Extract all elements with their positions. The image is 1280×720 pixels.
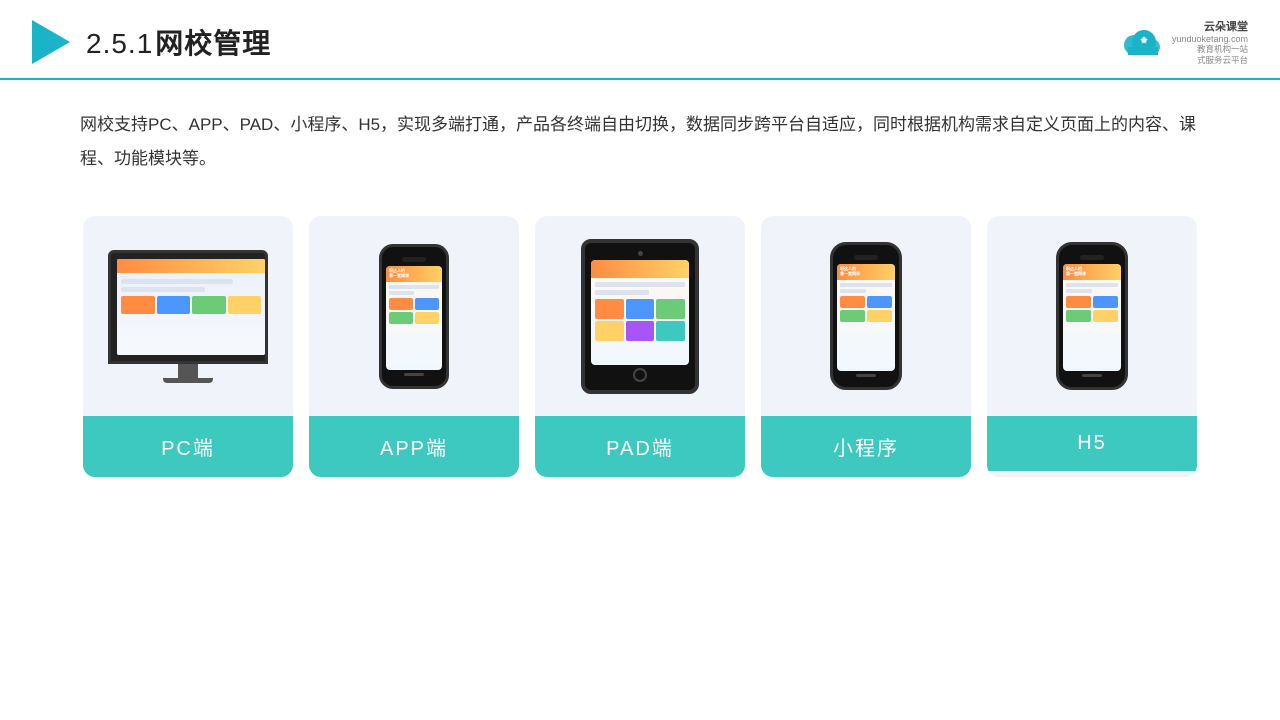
- pc-monitor-icon: [108, 250, 268, 383]
- card-app: 职达人的第一堂网课 APP端: [309, 216, 519, 477]
- phone-screen-h5: 职达人的第一堂网课: [1063, 264, 1121, 371]
- phone-notch-h5: [1080, 255, 1104, 260]
- tablet-screen: [591, 260, 689, 365]
- phone-screen: 职达人的第一堂网课: [386, 266, 442, 370]
- card-miniprogram-image: 职达人的第一堂网课: [761, 216, 971, 416]
- card-pad-image: [535, 216, 745, 416]
- device-cards-container: PC端 职达人的第一堂网课: [0, 186, 1280, 497]
- card-miniprogram-label: 小程序: [761, 416, 971, 477]
- brand-text: 云朵课堂 yunduoketang.com 教育机构一站式服务云平台: [1172, 18, 1248, 66]
- tablet-camera: [638, 251, 643, 256]
- phone-mockup-icon: 职达人的第一堂网课: [379, 244, 449, 389]
- page-header: 2.5.1网校管理 云朵课堂 yunduoketang.com 教育机构一站式服…: [0, 0, 1280, 80]
- page-title: 2.5.1网校管理: [86, 22, 271, 62]
- cloud-icon: [1114, 27, 1166, 57]
- card-h5-image: 职达人的第一堂网课: [987, 216, 1197, 416]
- phone-mockup-h5-icon: 职达人的第一堂网课: [1056, 242, 1128, 390]
- phone-mockup-mini-icon: 职达人的第一堂网课: [830, 242, 902, 390]
- card-h5-label: H5: [987, 416, 1197, 471]
- phone-notch: [402, 257, 426, 262]
- tablet-mockup-icon: [581, 239, 699, 394]
- phone-home-indicator: [404, 373, 424, 376]
- card-miniprogram: 职达人的第一堂网课 小程序: [761, 216, 971, 477]
- card-pad: PAD端: [535, 216, 745, 477]
- header-left: 2.5.1网校管理: [32, 20, 271, 64]
- phone-screen-mini: 职达人的第一堂网课: [837, 264, 895, 371]
- phone-home-h5: [1082, 374, 1102, 377]
- card-app-image: 职达人的第一堂网课: [309, 216, 519, 416]
- phone-home-mini: [856, 374, 876, 377]
- card-pc-image: [83, 216, 293, 416]
- card-pad-label: PAD端: [535, 416, 745, 477]
- brand-logo: 云朵课堂 yunduoketang.com 教育机构一站式服务云平台: [1114, 18, 1248, 66]
- logo-triangle-icon: [32, 20, 70, 64]
- card-app-label: APP端: [309, 416, 519, 477]
- phone-notch-mini: [854, 255, 878, 260]
- card-h5: 职达人的第一堂网课 H5: [987, 216, 1197, 477]
- description-text: 网校支持PC、APP、PAD、小程序、H5，实现多端打通，产品各终端自由切换，数…: [0, 80, 1280, 186]
- card-pc: PC端: [83, 216, 293, 477]
- tablet-home-button: [633, 368, 647, 382]
- card-pc-label: PC端: [83, 416, 293, 477]
